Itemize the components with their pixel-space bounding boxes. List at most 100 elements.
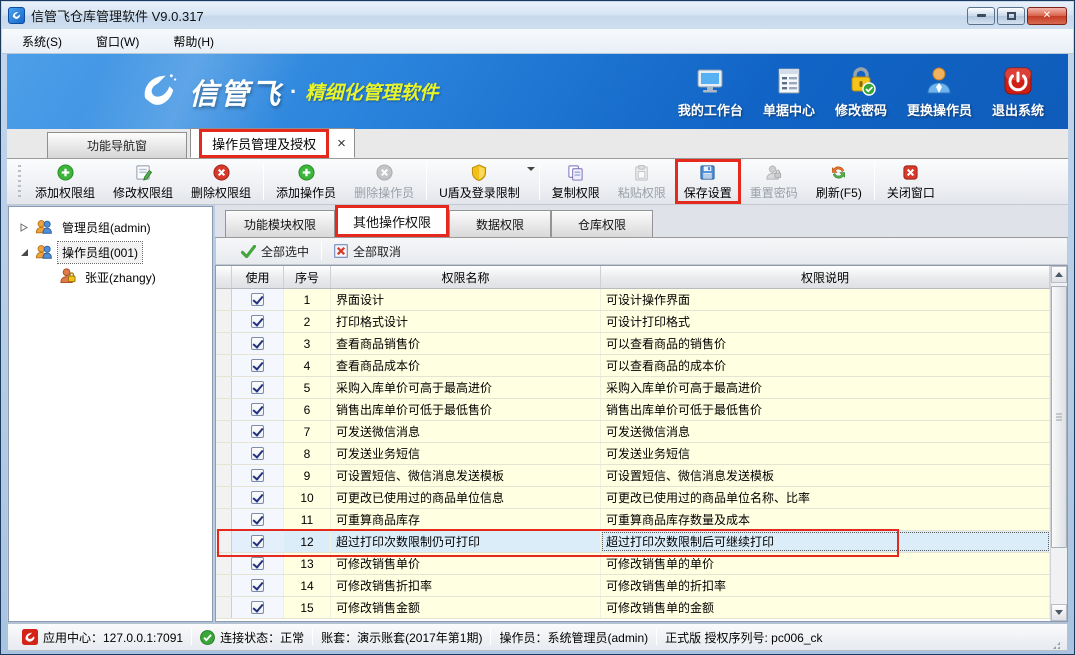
vertical-scrollbar[interactable]: [1050, 266, 1067, 621]
permission-name-cell[interactable]: 可重算商品库存: [331, 509, 601, 530]
permission-desc-cell[interactable]: 可修改销售单的单价: [601, 553, 1050, 574]
close-window-button[interactable]: 关闭窗口: [878, 159, 944, 204]
expanded-expander-icon[interactable]: [17, 248, 31, 257]
permission-name-cell[interactable]: 超过打印次数限制仍可打印: [331, 531, 601, 552]
close-icon[interactable]: ✕: [1027, 7, 1067, 25]
table-row[interactable]: 15 可修改销售金额 可修改销售单的金额: [216, 597, 1050, 619]
permission-name-cell[interactable]: 打印格式设计: [331, 311, 601, 332]
edit-permission-group-button[interactable]: 修改权限组: [104, 159, 182, 204]
refresh-button[interactable]: 刷新(F5): [807, 159, 871, 204]
row-selector[interactable]: [216, 487, 232, 508]
permission-name-cell[interactable]: 可更改已使用过的商品单位信息: [331, 487, 601, 508]
table-row[interactable]: 9 可设置短信、微信消息发送模板 可设置短信、微信消息发送模板: [216, 465, 1050, 487]
tab-other-permissions[interactable]: 其他操作权限: [335, 205, 449, 237]
permission-desc-cell[interactable]: 可设计操作界面: [601, 289, 1050, 310]
use-checkbox[interactable]: [251, 579, 264, 592]
select-all-button[interactable]: 全部选中: [233, 241, 317, 262]
use-checkbox[interactable]: [251, 513, 264, 526]
use-checkbox[interactable]: [251, 469, 264, 482]
row-selector[interactable]: [216, 465, 232, 486]
tree-item-operator-group[interactable]: 操作员组(001): [9, 240, 212, 265]
row-selector[interactable]: [216, 531, 232, 552]
permission-desc-cell[interactable]: 采购入库单价可高于最高进价: [601, 377, 1050, 398]
doc-center-button[interactable]: 单据中心: [753, 61, 825, 123]
switch-operator-button[interactable]: 更换操作员: [897, 61, 982, 123]
permission-desc-cell[interactable]: 可以查看商品的成本价: [601, 355, 1050, 376]
permission-name-cell[interactable]: 界面设计: [331, 289, 601, 310]
menu-help[interactable]: 帮助(H): [163, 30, 224, 53]
save-settings-button[interactable]: 保存设置: [675, 159, 741, 204]
use-checkbox[interactable]: [251, 535, 264, 548]
scrollbar-thumb[interactable]: [1051, 286, 1067, 548]
row-selector[interactable]: [216, 597, 232, 618]
row-selector[interactable]: [216, 443, 232, 464]
tree-item-operator-zhangy[interactable]: 张亚(zhangy): [9, 265, 212, 290]
header-desc[interactable]: 权限说明: [601, 266, 1050, 288]
permission-name-cell[interactable]: 可修改销售折扣率: [331, 575, 601, 596]
minimize-icon[interactable]: [967, 7, 995, 25]
tree-item-admin-group[interactable]: 管理员组(admin): [9, 215, 212, 240]
row-selector[interactable]: [216, 289, 232, 310]
delete-operator-button[interactable]: 删除操作员: [345, 159, 423, 204]
permission-name-cell[interactable]: 可修改销售金额: [331, 597, 601, 618]
row-selector[interactable]: [216, 377, 232, 398]
cancel-all-button[interactable]: 全部取消: [326, 241, 409, 262]
copy-permission-button[interactable]: 复制权限: [543, 159, 609, 204]
table-row[interactable]: 2 打印格式设计 可设计打印格式: [216, 311, 1050, 333]
permission-desc-cell[interactable]: 可修改销售单的折扣率: [601, 575, 1050, 596]
tab-module-permissions[interactable]: 功能模块权限: [225, 210, 335, 237]
workbench-button[interactable]: 我的工作台: [668, 61, 753, 123]
use-checkbox[interactable]: [251, 491, 264, 504]
table-row[interactable]: 4 查看商品成本价 可以查看商品的成本价: [216, 355, 1050, 377]
row-selector[interactable]: [216, 355, 232, 376]
permission-desc-cell[interactable]: 可修改销售单的金额: [601, 597, 1050, 618]
tab-operator-management[interactable]: 操作员管理及授权 ×: [190, 128, 355, 158]
table-row[interactable]: 13 可修改销售单价 可修改销售单的单价: [216, 553, 1050, 575]
menu-system[interactable]: 系统(S): [12, 30, 72, 53]
collapsed-expander-icon[interactable]: [17, 223, 31, 232]
use-checkbox[interactable]: [251, 381, 264, 394]
tab-nav-window[interactable]: 功能导航窗: [47, 132, 187, 158]
row-selector[interactable]: [216, 553, 232, 574]
row-selector[interactable]: [216, 333, 232, 354]
permission-desc-cell[interactable]: 销售出库单价可低于最低售价: [601, 399, 1050, 420]
row-selector[interactable]: [216, 575, 232, 596]
table-row[interactable]: 3 查看商品销售价 可以查看商品的销售价: [216, 333, 1050, 355]
tab-close-icon[interactable]: ×: [337, 136, 346, 151]
permission-desc-cell[interactable]: 可发送业务短信: [601, 443, 1050, 464]
permission-desc-cell[interactable]: 可更改已使用过的商品单位名称、比率: [601, 487, 1050, 508]
table-row[interactable]: 10 可更改已使用过的商品单位信息 可更改已使用过的商品单位名称、比率: [216, 487, 1050, 509]
row-selector[interactable]: [216, 311, 232, 332]
header-no[interactable]: 序号: [284, 266, 331, 288]
paste-permission-button[interactable]: 粘贴权限: [609, 159, 675, 204]
table-row[interactable]: 7 可发送微信消息 可发送微信消息: [216, 421, 1050, 443]
row-selector[interactable]: [216, 421, 232, 442]
scroll-up-icon[interactable]: [1051, 266, 1067, 283]
reset-password-button[interactable]: 重置密码: [741, 159, 807, 204]
table-row[interactable]: 14 可修改销售折扣率 可修改销售单的折扣率: [216, 575, 1050, 597]
permission-name-cell[interactable]: 可发送微信消息: [331, 421, 601, 442]
scroll-down-icon[interactable]: [1051, 604, 1067, 621]
header-use[interactable]: 使用: [232, 266, 284, 288]
maximize-icon[interactable]: [997, 7, 1025, 25]
permission-name-cell[interactable]: 可修改销售单价: [331, 553, 601, 574]
permission-desc-cell[interactable]: 可重算商品库存数量及成本: [601, 509, 1050, 530]
use-checkbox[interactable]: [251, 447, 264, 460]
table-row[interactable]: 5 采购入库单价可高于最高进价 采购入库单价可高于最高进价: [216, 377, 1050, 399]
use-checkbox[interactable]: [251, 557, 264, 570]
permission-desc-cell[interactable]: 可以查看商品的销售价: [601, 333, 1050, 354]
tab-data-permissions[interactable]: 数据权限: [449, 210, 551, 237]
menu-window[interactable]: 窗口(W): [86, 30, 149, 53]
permission-name-cell[interactable]: 查看商品销售价: [331, 333, 601, 354]
use-checkbox[interactable]: [251, 337, 264, 350]
ukey-login-limit-button[interactable]: U盾及登录限制: [430, 159, 536, 204]
permission-name-cell[interactable]: 可设置短信、微信消息发送模板: [331, 465, 601, 486]
use-checkbox[interactable]: [251, 403, 264, 416]
permission-name-cell[interactable]: 采购入库单价可高于最高进价: [331, 377, 601, 398]
permission-desc-cell[interactable]: 可设置短信、微信消息发送模板: [601, 465, 1050, 486]
add-permission-group-button[interactable]: 添加权限组: [26, 159, 104, 204]
exit-system-button[interactable]: 退出系统: [982, 61, 1054, 123]
delete-permission-group-button[interactable]: 删除权限组: [182, 159, 260, 204]
add-operator-button[interactable]: 添加操作员: [267, 159, 345, 204]
permission-desc-cell[interactable]: 超过打印次数限制后可继续打印: [601, 531, 1050, 552]
